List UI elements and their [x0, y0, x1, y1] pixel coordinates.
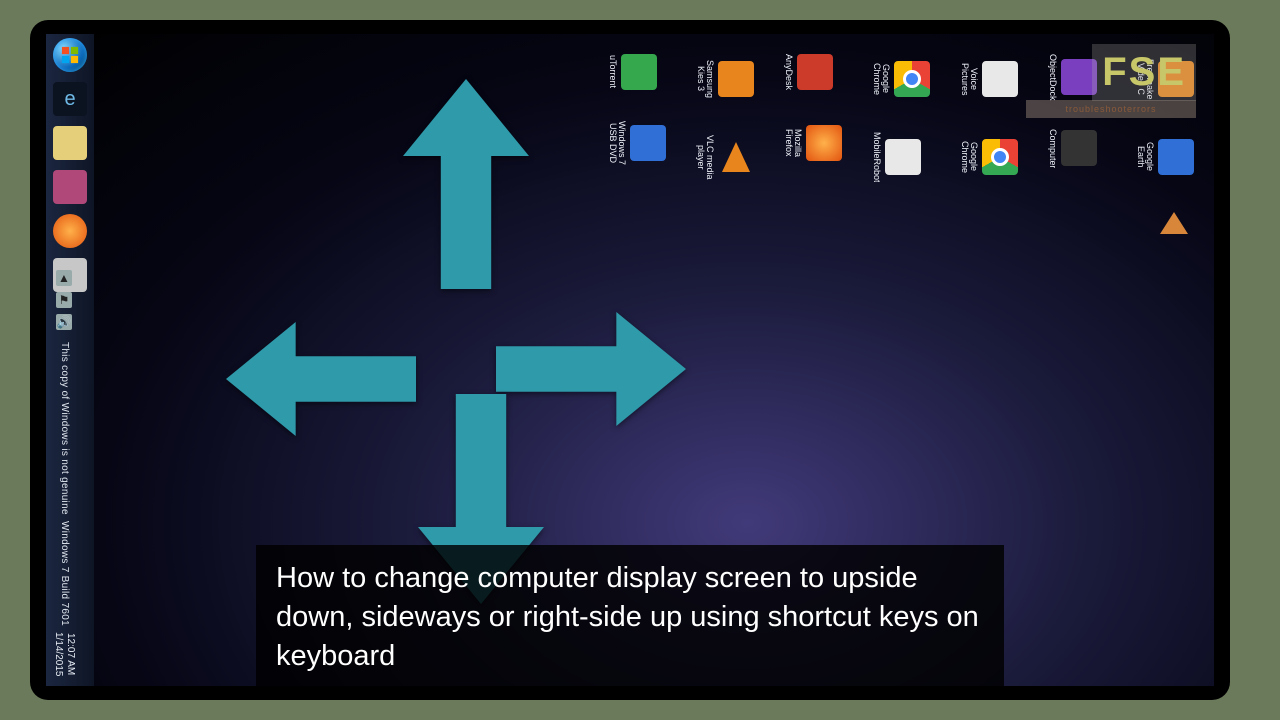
desktop-icon[interactable]: uTorrent: [608, 54, 666, 90]
desktop-icon-label: VLC media player: [696, 132, 714, 182]
app-icon: [982, 61, 1018, 97]
desktop-screen[interactable]: e ▲ ⚑ 🔊 This copy of Windows is not genu…: [46, 34, 1214, 686]
video-caption: How to change computer display screen to…: [256, 545, 1004, 686]
desktop-icon[interactable]: MobileRobot: [872, 132, 930, 182]
app-icon: [982, 139, 1018, 175]
desktop-icon-label: Computer: [1048, 129, 1057, 169]
desktop-icon[interactable]: Windows 7 USB DVD: [608, 118, 666, 168]
brand-subtitle: troubleshooterrors: [1026, 100, 1196, 118]
app-icon: [1158, 139, 1194, 175]
clock-date: 1/14/2015: [53, 632, 64, 677]
desktop-icon[interactable]: Google Earth: [1136, 132, 1194, 182]
app-icon: [885, 139, 921, 175]
arrow-up-icon: [396, 79, 536, 289]
desktop-icon-label: MobileRobot: [872, 132, 881, 182]
app-icon: [806, 125, 842, 161]
app-icon: [1061, 130, 1097, 166]
brand-watermark: FSE: [1092, 44, 1196, 101]
app-icon: [621, 54, 657, 90]
desktop-icon[interactable]: Voice Pictures: [960, 54, 1018, 104]
desktop-icon-label: Voice Pictures: [960, 54, 978, 104]
desktop-icon-label: Google Earth: [1136, 132, 1154, 182]
tray-network-icon[interactable]: ⚑: [56, 292, 72, 308]
desktop-icon[interactable]: Computer: [1048, 129, 1106, 169]
desktop-icon[interactable]: Samsung Kies 3: [696, 54, 754, 104]
desktop-icon-label: Google Chrome: [872, 54, 890, 104]
windows-build: Windows 7 Build 7601: [58, 521, 70, 626]
app-icon: [722, 142, 750, 172]
desktop-icon-label: Windows 7 USB DVD: [608, 118, 626, 168]
taskbar-clock[interactable]: 12:07 AM 1/14/2015: [52, 632, 76, 677]
desktop-icon[interactable]: Google Chrome: [960, 132, 1018, 182]
system-tray: ▲ ⚑ 🔊 This copy of Windows is not genuin…: [52, 270, 76, 676]
clock-time: 12:07 AM: [65, 633, 76, 675]
desktop-icon-label: uTorrent: [608, 55, 617, 88]
windows-logo-icon: [61, 46, 79, 64]
app-icon: [894, 61, 930, 97]
tray-volume-icon[interactable]: 🔊: [56, 314, 72, 330]
tray-icon[interactable]: ▲: [56, 270, 72, 286]
app-icon: [797, 54, 833, 90]
taskbar-ie-icon[interactable]: e: [53, 82, 87, 116]
desktop-icon-label: AnyDesk: [784, 54, 793, 90]
desktop-icon-label: Samsung Kies 3: [696, 54, 714, 104]
monitor-frame: e ▲ ⚑ 🔊 This copy of Windows is not genu…: [30, 20, 1230, 700]
start-button[interactable]: [53, 38, 87, 72]
app-icon: [630, 125, 666, 161]
triangle-icon: [1160, 212, 1188, 234]
app-icon: [718, 61, 754, 97]
desktop-icon[interactable]: AnyDesk: [784, 54, 842, 90]
windows-watermark: This copy of Windows is not genuine: [58, 342, 70, 515]
desktop-icon[interactable]: Google Chrome: [872, 54, 930, 104]
desktop-icon-label: Mozilla Firefox: [784, 118, 802, 168]
tray-icons[interactable]: ▲ ⚑ 🔊: [56, 270, 72, 330]
taskbar-explorer-icon[interactable]: [53, 126, 87, 160]
desktop-icon-label: ObjectDock: [1048, 54, 1057, 101]
desktop-icon[interactable]: VLC media player: [696, 132, 754, 182]
desktop-icon-label: Google Chrome: [960, 132, 978, 182]
arrow-left-icon: [226, 314, 416, 444]
taskbar-app-icon[interactable]: [53, 170, 87, 204]
desktop-icon[interactable]: Mozilla Firefox: [784, 118, 842, 168]
taskbar-firefox-icon[interactable]: [53, 214, 87, 248]
